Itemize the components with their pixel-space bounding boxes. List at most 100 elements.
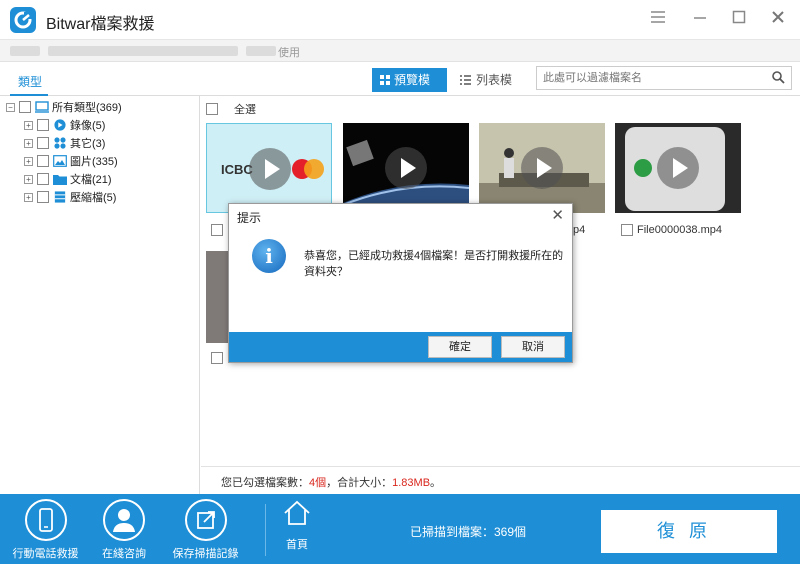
tree-item-document[interactable]: + 文檔(21)	[24, 170, 112, 188]
file-checkbox[interactable]	[211, 352, 223, 364]
file-thumbnail[interactable]: ICBC	[206, 123, 332, 213]
home-icon	[284, 500, 310, 525]
file-item[interactable]	[211, 352, 227, 364]
select-all-label: 全選	[234, 104, 256, 116]
dialog-title: 提示	[237, 211, 262, 225]
checkbox[interactable]	[37, 173, 49, 185]
tree-item-other[interactable]: + 其它(3)	[24, 134, 105, 152]
picture-icon	[53, 155, 67, 167]
archive-icon	[54, 191, 66, 203]
recover-button[interactable]: 復原	[601, 510, 777, 553]
checkbox[interactable]	[37, 119, 49, 131]
list-icon	[460, 75, 471, 85]
file-checkbox[interactable]	[621, 224, 633, 236]
other-icon	[54, 137, 66, 149]
usage-text: 使用	[278, 47, 300, 59]
dialog-message: 恭喜您，已經成功救援4個檔案！是否打開救援所在的資料夾？	[304, 250, 564, 278]
title-bar: Bitwar檔案救援	[0, 0, 800, 40]
collapse-icon[interactable]: −	[6, 102, 15, 112]
thumbnail-view-button[interactable]: 預覽模式	[372, 68, 447, 111]
dialog-footer: 確定 取消	[229, 332, 572, 362]
export-icon	[184, 499, 227, 541]
checkbox[interactable]	[19, 101, 31, 113]
card-logo-icon	[292, 159, 324, 179]
tree-item-label: 其它(3)	[70, 138, 106, 150]
checkbox[interactable]	[37, 137, 49, 149]
tree-item-picture[interactable]: + 圖片(335)	[24, 152, 118, 170]
file-item[interactable]: File0000038.mp4	[621, 224, 722, 236]
home-button[interactable]: 首頁	[278, 499, 316, 552]
status-count: 4個	[309, 477, 327, 489]
search-input[interactable]	[537, 67, 762, 89]
phone-icon	[24, 499, 67, 541]
computer-icon	[35, 101, 49, 113]
search-box[interactable]	[536, 66, 792, 90]
play-icon[interactable]	[657, 147, 699, 189]
play-icon[interactable]	[249, 148, 291, 190]
list-view-button[interactable]: 列表模式	[452, 68, 527, 111]
blurred-text	[246, 46, 276, 56]
save-scan-label: 保存掃描記錄	[172, 548, 239, 560]
tree-root[interactable]: − 所有類型(369)	[6, 98, 122, 116]
tree-root-label: 所有類型(369)	[52, 102, 122, 114]
app-title: Bitwar檔案救援	[46, 16, 155, 33]
expand-icon[interactable]: +	[24, 120, 33, 130]
user-icon	[103, 499, 145, 541]
file-item[interactable]: p4	[573, 224, 585, 236]
phone-rescue-button[interactable]: 行動電話救援	[8, 499, 83, 561]
maximize-icon[interactable]	[729, 10, 749, 30]
status-suffix: 。	[430, 477, 442, 489]
file-thumbnail[interactable]	[343, 123, 469, 213]
home-label: 首頁	[286, 539, 308, 551]
menu-icon[interactable]	[648, 10, 668, 30]
video-icon	[54, 119, 66, 131]
blurred-text	[48, 46, 238, 56]
scanned-count: 已掃描到檔案：369個	[410, 525, 527, 539]
ok-button[interactable]: 確定	[428, 336, 492, 358]
tree-item-label: 壓縮檔(5)	[70, 192, 117, 204]
close-icon[interactable]	[768, 10, 788, 30]
play-icon[interactable]	[385, 147, 427, 189]
save-scan-button[interactable]: 保存掃描記錄	[168, 499, 243, 561]
file-thumbnail[interactable]	[206, 251, 230, 343]
selection-status: 您已勾選檔案數：4個，合計大小：1.83MB。	[201, 466, 800, 494]
info-icon: i	[252, 239, 286, 273]
file-checkbox[interactable]	[211, 224, 223, 236]
folder-icon	[53, 175, 67, 185]
tree-item-video[interactable]: + 錄像(5)	[24, 116, 105, 134]
expand-icon[interactable]: +	[24, 174, 33, 184]
file-thumbnail[interactable]	[615, 123, 741, 213]
prompt-dialog: 提示 ✕ i 恭喜您，已經成功救援4個檔案！是否打開救援所在的資料夾？ 確定 取…	[228, 203, 573, 363]
file-thumbnail[interactable]	[479, 123, 605, 213]
expand-icon[interactable]: +	[24, 156, 33, 166]
tree-item-label: 圖片(335)	[70, 156, 118, 168]
tree-item-archive[interactable]: + 壓縮檔(5)	[24, 188, 116, 206]
file-name: p4	[573, 224, 586, 236]
checkbox[interactable]	[37, 155, 49, 167]
file-name: File0000038.mp4	[637, 224, 723, 236]
minimize-icon[interactable]	[690, 10, 710, 30]
grid-icon	[380, 75, 390, 85]
divider	[265, 504, 266, 556]
checkbox[interactable]	[37, 191, 49, 203]
type-tree: − 所有類型(369) + 錄像(5) + 其它(3) + 圖片(335) + …	[0, 96, 200, 494]
dialog-close-icon[interactable]: ✕	[551, 206, 564, 224]
search-icon[interactable]	[772, 71, 785, 84]
status-middle: ，合計大小：	[326, 477, 393, 489]
select-all-checkbox[interactable]	[206, 103, 218, 115]
play-icon[interactable]	[521, 147, 563, 189]
expand-icon[interactable]: +	[24, 192, 33, 202]
thumb-brand-text: ICBC	[221, 162, 253, 177]
phone-rescue-label: 行動電話救援	[12, 548, 79, 560]
online-consult-button[interactable]: 在綫咨詢	[92, 499, 156, 561]
online-consult-label: 在綫咨詢	[102, 548, 146, 560]
status-size: 1.83MB	[392, 477, 431, 489]
cancel-button[interactable]: 取消	[501, 336, 565, 358]
tree-item-label: 錄像(5)	[70, 120, 106, 132]
select-all[interactable]: 全選	[206, 101, 256, 117]
tab-type[interactable]: 類型	[18, 73, 42, 90]
blurred-text	[10, 46, 40, 56]
expand-icon[interactable]: +	[24, 138, 33, 148]
info-bar: 使用	[0, 40, 800, 62]
file-item[interactable]	[211, 224, 227, 236]
